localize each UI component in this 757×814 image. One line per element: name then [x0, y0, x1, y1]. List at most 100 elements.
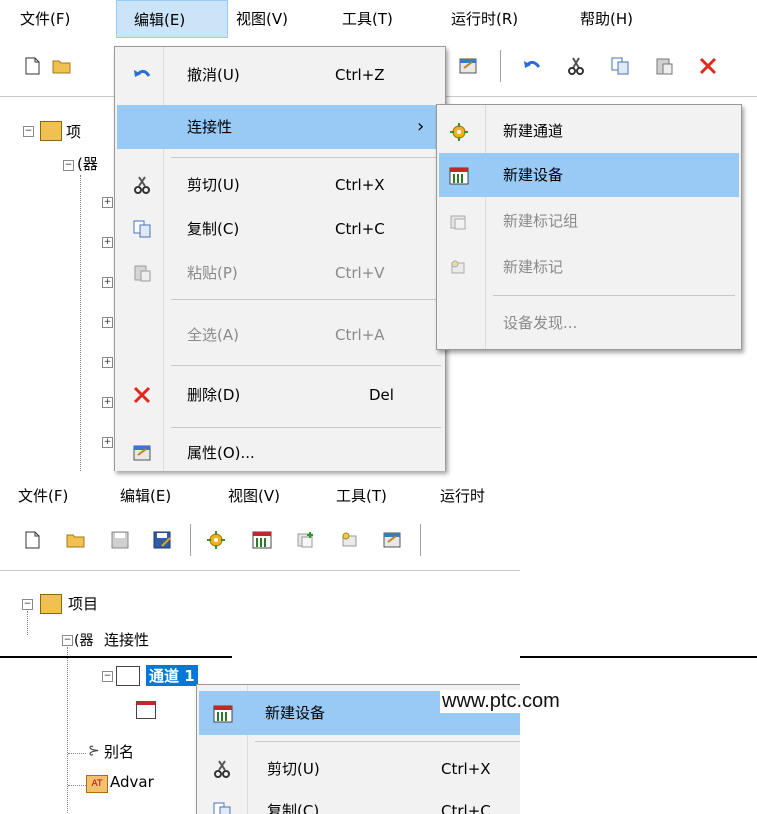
new-file-icon[interactable] [22, 530, 42, 550]
tree-item-alias[interactable]: 别名 [104, 741, 134, 762]
divider-line-right [520, 656, 757, 658]
menu-item-new-tag-group[interactable]: 新建标记组 [437, 199, 741, 243]
menu-item-label: 连接性 [187, 118, 233, 136]
new-device-icon[interactable] [252, 530, 272, 550]
connectivity-submenu: 新建通道 新建设备 新建标记组 新建标记 设备发现... [436, 104, 742, 350]
scissors-icon[interactable] [566, 56, 586, 76]
properties-icon[interactable] [458, 56, 478, 76]
bottom-screenshot: 文件(F) 编辑(E) 视图(V) 工具(T) 运行时 − 项目 − (器 连接… [0, 478, 520, 814]
menu-item-shortcut: Ctrl+Z [335, 66, 385, 84]
menu-item-delete[interactable]: 删除(D) Del [115, 373, 445, 417]
menu-runtime[interactable]: 运行时(R) [451, 0, 518, 38]
menu-item-label: 属性(O)... [187, 444, 255, 462]
menu-item-undo[interactable]: 撤消(U) Ctrl+Z [115, 53, 445, 97]
menu-view[interactable]: 视图(V) [236, 0, 288, 38]
collapse-toggle[interactable]: − [23, 126, 34, 137]
expand-toggle[interactable]: + [102, 317, 113, 328]
menu-tools[interactable]: 工具(T) [336, 478, 387, 514]
copy-icon[interactable] [610, 56, 630, 76]
website-label[interactable]: www.ptc.com [440, 690, 562, 713]
toolbar-separator [190, 524, 191, 556]
scissors-icon [133, 176, 151, 194]
menu-item-label: 粘贴(P) [187, 264, 238, 282]
project-icon [40, 121, 62, 141]
save-icon[interactable] [110, 530, 130, 550]
menu-item-shortcut: Ctrl+X [335, 176, 385, 194]
new-channel-icon [449, 122, 468, 141]
new-tag-group-icon [449, 212, 467, 230]
menu-file[interactable]: 文件(F) [20, 0, 70, 38]
menu-item-new-tag[interactable]: 新建标记 [437, 245, 741, 289]
new-tag-group-icon[interactable] [296, 530, 316, 550]
collapse-toggle[interactable]: − [62, 635, 73, 646]
expand-toggle[interactable]: + [102, 197, 113, 208]
project-icon [40, 594, 62, 614]
menu-item-new-device[interactable]: 新建设备 [439, 153, 739, 197]
menu-item-connectivity[interactable]: 连接性 › [117, 105, 443, 149]
new-tag-icon [449, 258, 467, 276]
menu-item-device-discovery[interactable]: 设备发现... [437, 301, 741, 345]
new-tag-icon[interactable] [340, 530, 360, 550]
menu-item-shortcut: Ctrl+A [335, 326, 385, 344]
menu-edit[interactable]: 编辑(E) [120, 478, 171, 514]
menu-item-label: 新建标记组 [503, 212, 579, 230]
menu-item-new-channel[interactable]: 新建通道 [437, 109, 741, 153]
menu-tools[interactable]: 工具(T) [342, 0, 393, 38]
expand-toggle[interactable]: + [102, 277, 113, 288]
menu-item-select-all[interactable]: 全选(A) Ctrl+A [115, 313, 445, 357]
tree-item-project[interactable]: 项目 [68, 593, 98, 614]
menu-item-label: 撤消(U) [187, 66, 240, 84]
open-folder-icon[interactable] [66, 530, 86, 550]
top-screenshot: 文件(F) 编辑(E) 视图(V) 工具(T) 运行时(R) 帮助(H) − 项… [0, 0, 757, 471]
save-as-icon[interactable] [152, 530, 172, 550]
collapse-toggle[interactable]: − [22, 599, 33, 610]
tree-item-channel-selected[interactable]: 通道 1 [146, 665, 198, 686]
menu-item-label: 剪切(U) [187, 176, 240, 194]
new-channel-icon[interactable] [206, 530, 226, 550]
menu-runtime[interactable]: 运行时 [440, 478, 485, 514]
menu-item-label: 新建标记 [503, 258, 564, 276]
collapse-toggle[interactable]: − [102, 671, 113, 682]
tree-item-advanced[interactable]: Advar [110, 773, 154, 791]
menubar: 文件(F) 编辑(E) 视图(V) 工具(T) 运行时(R) 帮助(H) [0, 0, 757, 38]
menu-view[interactable]: 视图(V) [228, 478, 280, 514]
menubar: 文件(F) 编辑(E) 视图(V) 工具(T) 运行时 [0, 478, 520, 514]
menu-item-label: 新建通道 [503, 122, 564, 140]
menu-item-properties[interactable]: 属性(O)... [115, 431, 445, 475]
divider-line-left [0, 656, 232, 658]
tree-guide-line [67, 647, 68, 814]
open-folder-icon[interactable] [52, 56, 72, 76]
menu-item-label: 删除(D) [187, 386, 241, 404]
menu-item-cut[interactable]: 剪切(U) Ctrl+X [115, 163, 445, 207]
menu-edit[interactable]: 编辑(E) [116, 0, 228, 38]
paste-icon[interactable] [654, 56, 674, 76]
menu-item-copy[interactable]: 复制(C) Ctrl+C [197, 789, 520, 814]
expand-toggle[interactable]: + [102, 357, 113, 368]
delete-icon [133, 386, 151, 404]
menu-item-label: 全选(A) [187, 326, 239, 344]
menu-separator [171, 157, 441, 158]
delete-icon[interactable] [698, 56, 718, 76]
menu-item-paste[interactable]: 粘贴(P) Ctrl+V [115, 251, 445, 295]
properties-icon[interactable] [382, 530, 402, 550]
menu-file[interactable]: 文件(F) [18, 478, 68, 514]
undo-icon[interactable] [522, 56, 542, 76]
new-file-icon[interactable] [22, 56, 42, 76]
toolbar-separator [500, 50, 501, 82]
menu-item-shortcut: Ctrl+X [441, 760, 491, 778]
menu-help[interactable]: 帮助(H) [580, 0, 633, 38]
tree-item-project-partial[interactable]: 项 [66, 121, 81, 142]
tree-item-connectivity-partial[interactable]: (器 [77, 153, 98, 174]
copy-icon [133, 220, 151, 238]
menu-item-shortcut: Ctrl+V [335, 264, 385, 282]
expand-toggle[interactable]: + [102, 237, 113, 248]
collapse-toggle[interactable]: − [63, 160, 74, 171]
expand-toggle[interactable]: + [102, 437, 113, 448]
expand-toggle[interactable]: + [102, 397, 113, 408]
menu-item-cut[interactable]: 剪切(U) Ctrl+X [197, 747, 520, 791]
menu-item-copy[interactable]: 复制(C) Ctrl+C [115, 207, 445, 251]
toolbar [0, 516, 520, 566]
menu-separator [171, 365, 441, 366]
menu-item-shortcut: Del [369, 386, 394, 404]
tree-item-connectivity[interactable]: 连接性 [104, 629, 149, 650]
